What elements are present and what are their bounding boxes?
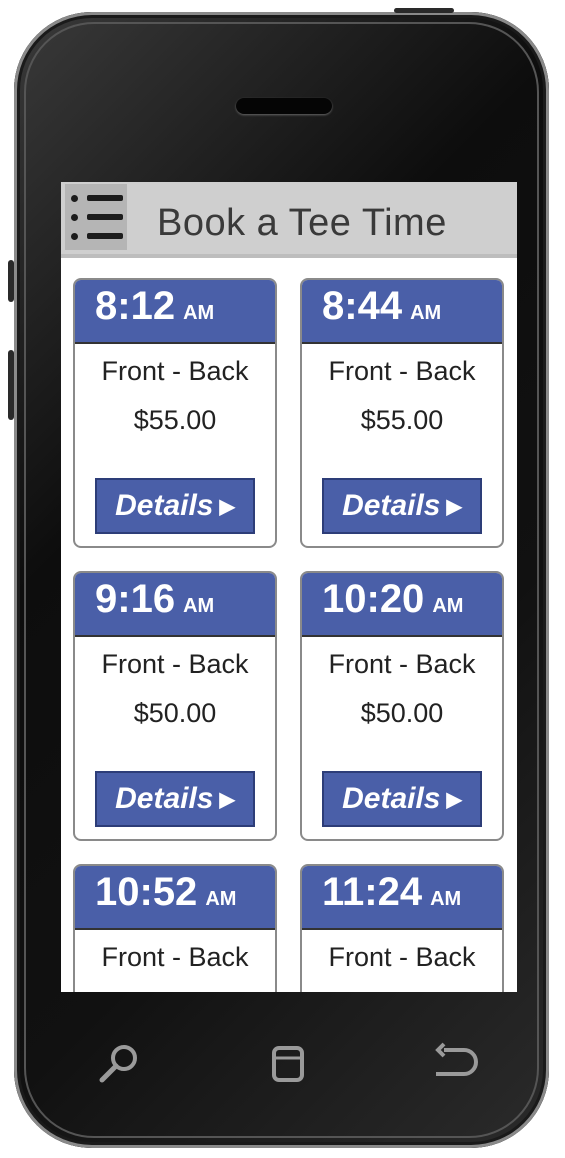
details-button[interactable]: Details ▶ [322, 478, 482, 534]
tee-time: 9:16 [95, 577, 176, 621]
tee-time-header: 10:20 AM [302, 573, 502, 637]
price: $50.00 [360, 698, 444, 728]
tee-time-list[interactable]: 8:12 AM Front - Back $55.00 Details ▶ 8:… [61, 258, 517, 992]
play-arrow-icon: ▶ [219, 788, 235, 811]
app-bar: Book a Tee Time [61, 182, 517, 258]
tee-time: 10:20 [322, 577, 425, 621]
details-label: Details [342, 489, 441, 522]
tee-time: 8:12 [95, 284, 176, 328]
tee-time: 11:24 [322, 870, 423, 914]
tee-time: 10:52 [95, 870, 198, 914]
details-label: Details [115, 782, 214, 815]
play-arrow-icon: ▶ [446, 495, 462, 518]
play-arrow-icon: ▶ [446, 788, 462, 811]
tee-time-header: 8:44 AM [302, 280, 502, 344]
tee-time-header: 8:12 AM [75, 280, 275, 344]
course-route: Front - Back [328, 356, 476, 386]
tee-time-card[interactable]: 10:52 AM Front - Back [73, 864, 277, 992]
search-icon[interactable] [96, 1040, 144, 1093]
details-button[interactable]: Details ▶ [95, 478, 255, 534]
tee-time-ampm: AM [205, 888, 237, 910]
course-route: Front - Back [328, 942, 476, 972]
earpiece-speaker [236, 98, 332, 114]
tee-time-card[interactable]: 8:12 AM Front - Back $55.00 Details ▶ [73, 278, 277, 548]
details-button[interactable]: Details ▶ [322, 771, 482, 827]
tee-time-ampm: AM [183, 595, 215, 617]
course-route: Front - Back [101, 942, 249, 972]
tee-time-card[interactable]: 8:44 AM Front - Back $55.00 Details ▶ [300, 278, 504, 548]
tee-time-ampm: AM [432, 595, 464, 617]
price: $50.00 [133, 698, 217, 728]
page-title: Book a Tee Time [157, 202, 447, 244]
tee-time: 8:44 [322, 284, 403, 328]
back-icon[interactable] [430, 1040, 482, 1093]
tee-time-card[interactable]: 11:24 AM Front - Back [300, 864, 504, 992]
power-button [8, 350, 14, 420]
course-route: Front - Back [101, 649, 249, 679]
tee-time-card[interactable]: 10:20 AM Front - Back $50.00 Details ▶ [300, 571, 504, 841]
tee-time-card[interactable]: 9:16 AM Front - Back $50.00 Details ▶ [73, 571, 277, 841]
volume-button [8, 260, 14, 302]
play-arrow-icon: ▶ [219, 495, 235, 518]
app-screen: Book a Tee Time 8:12 AM Front - Back $55… [61, 182, 517, 992]
details-label: Details [115, 489, 214, 522]
tee-time-header: 9:16 AM [75, 573, 275, 637]
tee-time-header: 10:52 AM [75, 866, 275, 930]
tee-time-header: 11:24 AM [302, 866, 502, 930]
hamburger-menu-icon[interactable] [65, 184, 127, 250]
price: $55.00 [360, 405, 444, 435]
course-route: Front - Back [101, 356, 249, 386]
top-button [394, 8, 454, 13]
home-icon[interactable] [268, 1040, 308, 1093]
details-label: Details [342, 782, 441, 815]
course-route: Front - Back [328, 649, 476, 679]
tee-time-ampm: AM [183, 302, 215, 324]
price: $55.00 [133, 405, 217, 435]
tee-time-ampm: AM [410, 302, 442, 324]
details-button[interactable]: Details ▶ [95, 771, 255, 827]
tee-time-ampm: AM [430, 888, 462, 910]
